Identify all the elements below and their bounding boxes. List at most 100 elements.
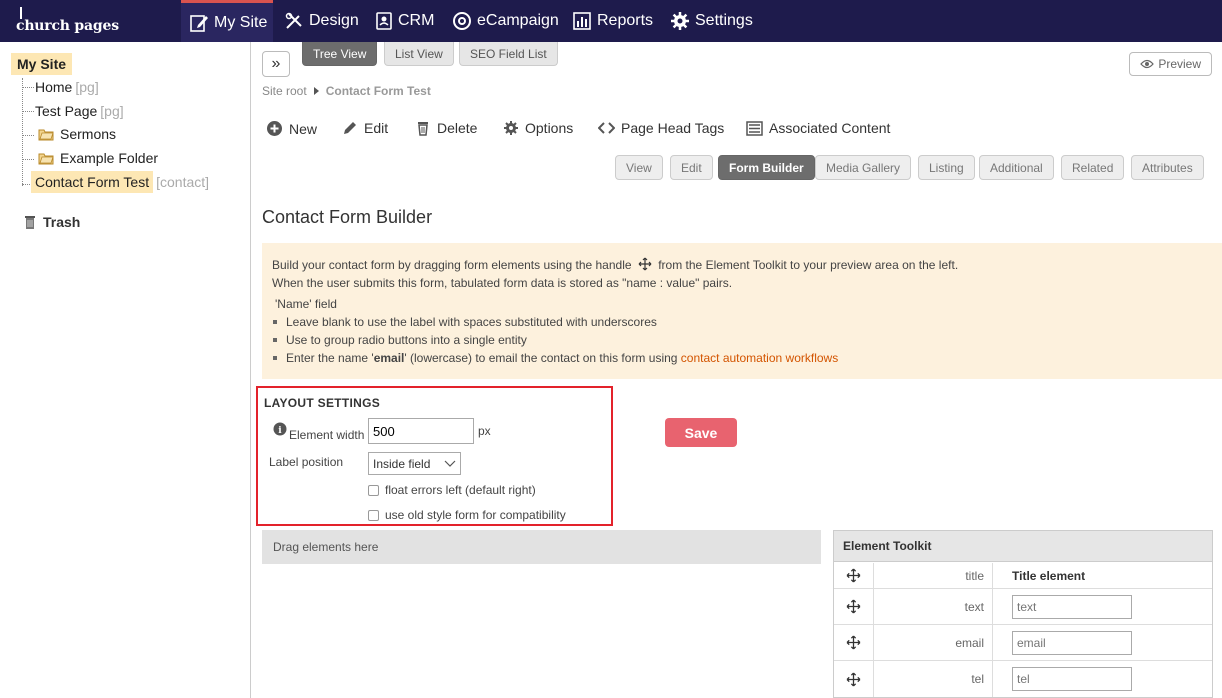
breadcrumb-root[interactable]: Site root [262,84,307,98]
code-brackets-icon [598,122,615,134]
breadcrumb-separator-icon [313,87,319,95]
checkbox-box[interactable] [368,509,379,521]
nav-crm[interactable]: CRM [375,0,434,42]
tab-media-gallery[interactable]: Media Gallery [815,155,912,180]
toolkit-row-key: text [875,589,993,624]
nav-reports[interactable]: Reports [572,0,653,42]
breadcrumb-current: Contact Form Test [325,84,431,98]
action-label: Edit [364,120,389,136]
tree-connector [22,159,34,160]
element-width-input[interactable] [368,418,474,444]
contact-automation-workflows-link[interactable]: contact automation workflows [681,351,838,365]
label-position-select[interactable]: Inside field [368,452,461,475]
action-label: Delete [437,120,478,136]
tree-root-my-site[interactable]: My Site [11,53,73,75]
action-label: New [289,120,318,137]
tree-item-label: Home [35,79,73,95]
tree-connector [22,78,23,186]
tab-related[interactable]: Related [1061,155,1125,180]
preview-label: Preview [1158,57,1201,71]
page-head-tags-button[interactable]: Page Head Tags [598,120,724,136]
info-text: from the Element Toolkit to your preview… [658,258,959,272]
preview-button[interactable]: Preview [1129,52,1212,76]
old-style-form-checkbox[interactable]: use old style form for compatibility [368,508,566,522]
options-button[interactable]: Options [503,120,573,136]
info-text: ' (lowercase) to email the contact on th… [404,351,681,365]
info-field-title: 'Name' field [275,297,337,311]
float-errors-left-checkbox[interactable]: float errors left (default right) [368,483,536,497]
eye-icon [1140,59,1155,69]
move-handle-icon [846,568,861,583]
tree-item-home[interactable]: Home [pg] [35,79,99,95]
info-line-2: When the user submits this form, tabulat… [272,276,733,290]
tab-additional[interactable]: Additional [979,155,1054,180]
move-handle-icon [846,635,861,650]
checkbox-box[interactable] [368,484,379,496]
tree-item-example-folder[interactable]: Example Folder [38,150,158,166]
tab-attributes[interactable]: Attributes [1131,155,1204,180]
tab-edit[interactable]: Edit [670,155,713,180]
tab-view[interactable]: View [615,155,663,180]
info-icon[interactable]: i [273,422,287,436]
tree-item-test-page[interactable]: Test Page [pg] [35,103,124,119]
breadcrumb: Site root Contact Form Test [262,84,431,98]
tree-item-label: Test Page [35,103,98,119]
drag-handle[interactable] [834,563,874,588]
info-text-bold: email [373,351,405,365]
trash-icon [25,216,35,229]
move-handle-icon [846,599,861,614]
delete-button[interactable]: Delete [415,120,477,136]
nav-settings[interactable]: Settings [670,0,753,42]
info-bullet: Leave blank to use the label with spaces… [272,313,1212,331]
nav-label: Design [309,12,359,29]
tab-tree-view[interactable]: Tree View [302,42,378,66]
text-input-sample[interactable] [1012,595,1132,619]
gear-icon [671,12,689,30]
top-navigation-bar: church pages My Site Design CRM eCampaig… [0,0,1222,42]
tree-item-sermons[interactable]: Sermons [38,126,116,142]
drag-handle[interactable] [834,661,874,697]
email-input-sample[interactable] [1012,631,1132,655]
expand-sidebar-button[interactable]: » [262,51,290,77]
save-button[interactable]: Save [665,418,737,447]
info-bullet: Use to group radio buttons into a single… [272,331,1212,349]
info-text: Build your contact form by dragging form… [272,258,632,272]
tab-listing[interactable]: Listing [918,155,975,180]
trash-can-icon [418,122,428,136]
nav-label: eCampaign [477,12,559,29]
info-bullets: Leave blank to use the label with spaces… [272,313,1212,367]
layout-settings-title: LAYOUT SETTINGS [264,396,381,410]
tree-item-tag: [pg] [75,79,99,95]
tel-input-sample[interactable] [1012,667,1132,691]
edit-page-icon [190,14,208,32]
action-label: Associated Content [769,120,891,136]
tree-item-trash[interactable]: Trash [22,214,80,230]
new-button[interactable]: New [266,120,317,137]
move-handle-icon [638,257,652,271]
info-line-1: Build your contact form by dragging form… [272,256,1212,274]
drag-handle[interactable] [834,625,874,660]
edit-button[interactable]: Edit [342,120,388,136]
list-box-icon [746,120,763,136]
element-toolkit: Element Toolkit title Title element text… [833,530,1213,698]
logo[interactable]: church pages [16,18,119,34]
tree-item-contact-form-test[interactable]: Contact Form Test [contact] [31,171,209,193]
tab-list-view[interactable]: List View [384,42,454,66]
drag-handle[interactable] [834,589,874,624]
checkbox-label: use old style form for compatibility [385,508,566,522]
chevron-down-icon [444,460,456,467]
double-chevron-right-icon: » [271,55,281,72]
nav-label: Reports [597,12,654,29]
nav-ecampaign[interactable]: eCampaign [452,0,559,42]
move-handle-icon [846,672,861,686]
nav-my-site[interactable]: My Site [181,0,273,42]
main-panel: » Tree View List View SEO Field List Pre… [252,42,1222,698]
tree-item-label: Contact Form Test [31,171,154,193]
element-width-label: Element width [289,428,365,442]
associated-content-button[interactable]: Associated Content [746,120,890,136]
tab-seo-field-list[interactable]: SEO Field List [459,42,558,66]
form-drop-zone[interactable]: Drag elements here [262,530,821,564]
label-position-label: Label position [269,455,344,469]
tab-form-builder[interactable]: Form Builder [718,155,815,180]
nav-design[interactable]: Design [284,0,359,42]
